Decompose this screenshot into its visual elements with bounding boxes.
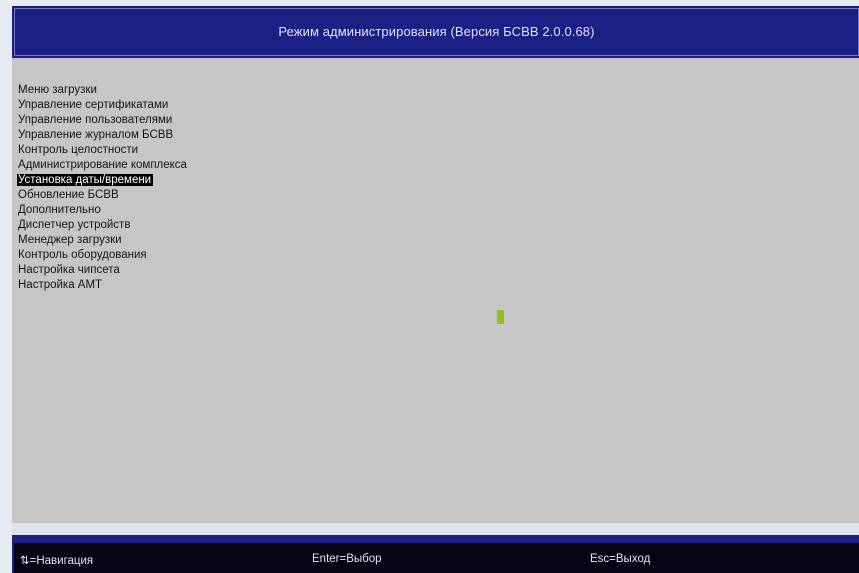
menu-item-label: Установка даты/времени bbox=[17, 174, 154, 186]
menu-item-user-management[interactable]: Управление пользователями bbox=[17, 113, 189, 128]
bios-screen: Режим администрирования (Версия БСВВ 2.0… bbox=[12, 6, 859, 573]
footer-separator bbox=[12, 523, 859, 535]
menu-item-label: Контроль целостности bbox=[18, 144, 139, 156]
menu-item-complex-administration[interactable]: Администрирование комплекса bbox=[17, 158, 189, 173]
menu-item-label: Диспетчер устройств bbox=[18, 219, 131, 231]
menu-item-label: Контроль оборудования bbox=[18, 249, 147, 261]
menu-item-label: Управление пользователями bbox=[18, 114, 173, 126]
menu-item-boot-menu[interactable]: Меню загрузки bbox=[17, 83, 189, 98]
text-cursor bbox=[497, 310, 504, 324]
menu-item-device-manager[interactable]: Диспетчер устройств bbox=[17, 218, 189, 233]
select-hint: Enter=Выбор bbox=[312, 553, 382, 565]
menu-item-advanced[interactable]: Дополнительно bbox=[17, 203, 189, 218]
menu-item-label: Управление сертификатами bbox=[18, 99, 169, 111]
menu-item-log-management[interactable]: Управление журналом БСВВ bbox=[17, 128, 189, 143]
menu-item-label: Меню загрузки bbox=[18, 84, 97, 96]
main-panel: Меню загрузки Управление сертификатами У… bbox=[12, 58, 859, 523]
page-title: Режим администрирования (Версия БСВВ 2.0… bbox=[278, 24, 595, 39]
menu-item-label: Настройка чипсета bbox=[18, 264, 120, 276]
menu-item-label: Управление журналом БСВВ bbox=[18, 129, 174, 141]
menu-item-date-time-setup[interactable]: Установка даты/времени bbox=[17, 173, 189, 188]
menu-item-amt-setup[interactable]: Настройка AMT bbox=[17, 278, 189, 293]
navigation-hint: ⇅=Навигация bbox=[20, 555, 94, 567]
menu-item-label: Дополнительно bbox=[18, 204, 101, 216]
menu-item-chipset-setup[interactable]: Настройка чипсета bbox=[17, 263, 189, 278]
menu-item-boot-manager[interactable]: Менеджер загрузки bbox=[17, 233, 189, 248]
menu-item-firmware-update[interactable]: Обновление БСВВ bbox=[17, 188, 189, 203]
menu-item-label: Менеджер загрузки bbox=[18, 234, 122, 246]
menu-item-label: Обновление БСВВ bbox=[18, 189, 119, 201]
key-hints-bar: ⇅=Навигация Enter=Выбор Esc=Выход bbox=[14, 543, 859, 573]
menu-item-label: Настройка AMT bbox=[18, 279, 103, 291]
menu-item-label: Администрирование комплекса bbox=[18, 159, 187, 171]
footer: ⇅=Навигация Enter=Выбор Esc=Выход bbox=[12, 535, 859, 573]
title-bar: Режим администрирования (Версия БСВВ 2.0… bbox=[14, 8, 859, 56]
exit-hint: Esc=Выход bbox=[590, 553, 651, 565]
menu-item-integrity-control[interactable]: Контроль целостности bbox=[17, 143, 189, 158]
admin-menu: Меню загрузки Управление сертификатами У… bbox=[17, 83, 189, 293]
menu-item-hardware-control[interactable]: Контроль оборудования bbox=[17, 248, 189, 263]
menu-item-certificate-management[interactable]: Управление сертификатами bbox=[17, 98, 189, 113]
